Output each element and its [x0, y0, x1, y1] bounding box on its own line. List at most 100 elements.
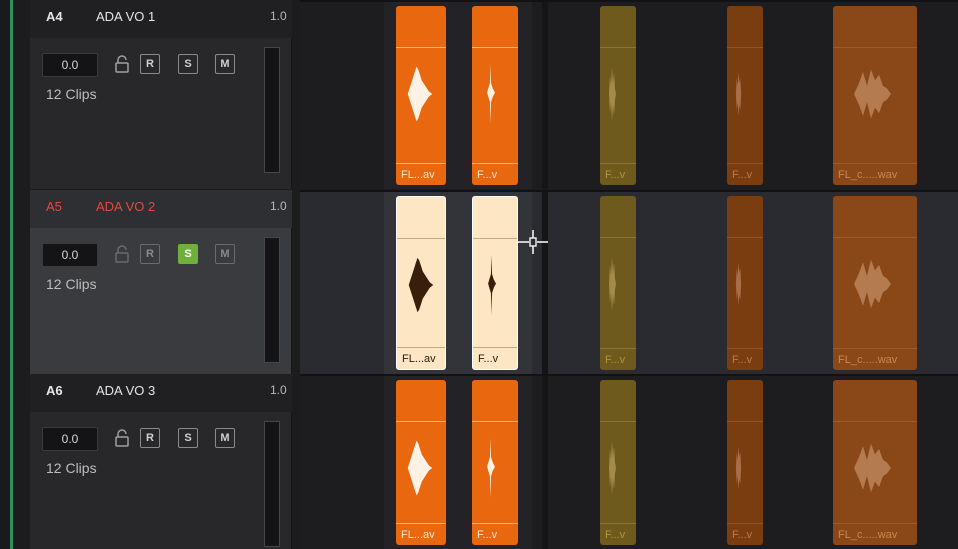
clip-label: F...v — [472, 163, 518, 185]
clip-waveform — [486, 64, 504, 124]
clip-label: FL...av — [396, 523, 446, 545]
audio-clip[interactable]: FL_c.....wav — [833, 196, 917, 370]
clip-label: F...v — [600, 348, 636, 370]
lock-icon[interactable] — [114, 429, 130, 447]
mute-button[interactable]: M — [215, 54, 235, 74]
clip-waveform — [853, 254, 893, 314]
track-number: A5 — [46, 199, 62, 214]
track-header-a5[interactable]: A5 ADA VO 2 1.0 0.0 R S M 12 Clips — [30, 190, 292, 374]
audio-clip[interactable]: F...v — [472, 196, 518, 370]
audio-clip[interactable]: F...v — [727, 380, 763, 545]
clip-label: F...v — [472, 523, 518, 545]
track-header-top: A4 ADA VO 1 1.0 — [30, 0, 292, 38]
clip-waveform — [735, 254, 749, 314]
clip-label: F...v — [600, 163, 636, 185]
audio-level-meter — [264, 237, 280, 363]
volume-field[interactable]: 0.0 — [42, 427, 98, 451]
clip-waveform — [608, 64, 624, 124]
trim-cursor-icon — [518, 230, 548, 254]
clip-label: F...v — [727, 163, 763, 185]
clip-waveform — [608, 438, 624, 498]
track-lane-a5: FL...av F...v F...v F...v FL_c.....wav — [300, 190, 958, 374]
audio-clip[interactable]: FL_c.....wav — [833, 6, 917, 185]
track-header-top: A5 ADA VO 2 1.0 — [30, 190, 292, 228]
record-arm-button[interactable]: R — [140, 428, 160, 448]
clip-gain-line — [397, 238, 445, 239]
clip-count: 12 Clips — [46, 460, 97, 476]
clip-label: FL_c.....wav — [833, 523, 917, 545]
clip-gain-line — [472, 421, 518, 422]
clip-waveform — [406, 64, 434, 124]
audio-clip[interactable]: F...v — [727, 6, 763, 185]
clip-label: F...v — [727, 348, 763, 370]
clip-label: F...v — [727, 523, 763, 545]
clip-waveform — [735, 64, 749, 124]
audio-clip[interactable]: F...v — [600, 196, 636, 370]
lane-divider — [300, 190, 958, 192]
clip-waveform — [735, 438, 749, 498]
clip-gain-line — [600, 421, 636, 422]
track-number: A6 — [46, 383, 63, 398]
audio-clip[interactable]: FL...av — [396, 380, 446, 545]
track-level: 1.0 — [270, 9, 287, 23]
audio-clip[interactable]: F...v — [727, 196, 763, 370]
audio-clip[interactable]: FL_c.....wav — [833, 380, 917, 545]
track-name[interactable]: ADA VO 3 — [96, 383, 155, 398]
record-arm-button[interactable]: R — [140, 244, 160, 264]
track-header-a4[interactable]: A4 ADA VO 1 1.0 0.0 R S M 12 Clips — [30, 0, 292, 189]
mute-button[interactable]: M — [215, 244, 235, 264]
track-name[interactable]: ADA VO 2 — [96, 199, 155, 214]
clip-waveform — [608, 254, 624, 314]
clip-label: FL...av — [396, 163, 446, 185]
track-header-top: A6 ADA VO 3 1.0 — [30, 374, 292, 412]
clip-label: FL_c.....wav — [833, 348, 917, 370]
clip-gain-line — [727, 237, 763, 238]
clip-label: F...v — [473, 347, 517, 369]
clip-waveform — [487, 255, 505, 315]
lane-band — [542, 374, 548, 549]
clip-gain-line — [600, 47, 636, 48]
lane-band — [542, 190, 548, 374]
clip-gain-line — [833, 237, 917, 238]
mute-button[interactable]: M — [215, 428, 235, 448]
audio-clip[interactable]: FL...av — [396, 196, 446, 370]
track-lane-a4: FL...av F...v F...v F...v FL_c.....wav — [300, 0, 958, 189]
clip-waveform — [853, 64, 893, 124]
lock-icon[interactable] — [114, 55, 130, 73]
track-level: 1.0 — [270, 199, 287, 213]
clip-label: FL...av — [397, 347, 445, 369]
track-name[interactable]: ADA VO 1 — [96, 9, 155, 24]
audio-clip[interactable]: F...v — [600, 380, 636, 545]
solo-button[interactable]: S — [178, 428, 198, 448]
track-level: 1.0 — [270, 383, 287, 397]
audio-clip[interactable]: FL...av — [396, 6, 446, 185]
lane-divider — [300, 374, 958, 376]
solo-button[interactable]: S — [178, 244, 198, 264]
audio-clip[interactable]: F...v — [472, 380, 518, 545]
timeline-view: A4 ADA VO 1 1.0 0.0 R S M 12 Clips A5 ADA VO 2 1.0… — [0, 0, 958, 549]
clip-count: 12 Clips — [46, 276, 97, 292]
clip-label: FL_c.....wav — [833, 163, 917, 185]
solo-button[interactable]: S — [178, 54, 198, 74]
lane-band — [542, 0, 548, 189]
audio-clip[interactable]: F...v — [472, 6, 518, 185]
clip-label: F...v — [600, 523, 636, 545]
audio-level-meter — [264, 47, 280, 173]
volume-field[interactable]: 0.0 — [42, 53, 98, 77]
clip-gain-line — [833, 47, 917, 48]
record-arm-button[interactable]: R — [140, 54, 160, 74]
clip-gain-line — [473, 238, 517, 239]
volume-field[interactable]: 0.0 — [42, 243, 98, 267]
lane-divider — [300, 0, 958, 2]
clip-count: 12 Clips — [46, 86, 97, 102]
clip-waveform — [486, 438, 504, 498]
clip-gain-line — [396, 47, 446, 48]
clip-gain-line — [833, 421, 917, 422]
lock-icon[interactable] — [114, 245, 130, 263]
clip-gain-line — [396, 421, 446, 422]
track-lane-a6: FL...av F...v F...v F...v FL_c.....wav — [300, 374, 958, 549]
audio-clip[interactable]: F...v — [600, 6, 636, 185]
audio-level-meter — [264, 421, 280, 547]
track-header-a6[interactable]: A6 ADA VO 3 1.0 0.0 R S M 12 Clips — [30, 374, 292, 549]
clip-gain-line — [600, 237, 636, 238]
